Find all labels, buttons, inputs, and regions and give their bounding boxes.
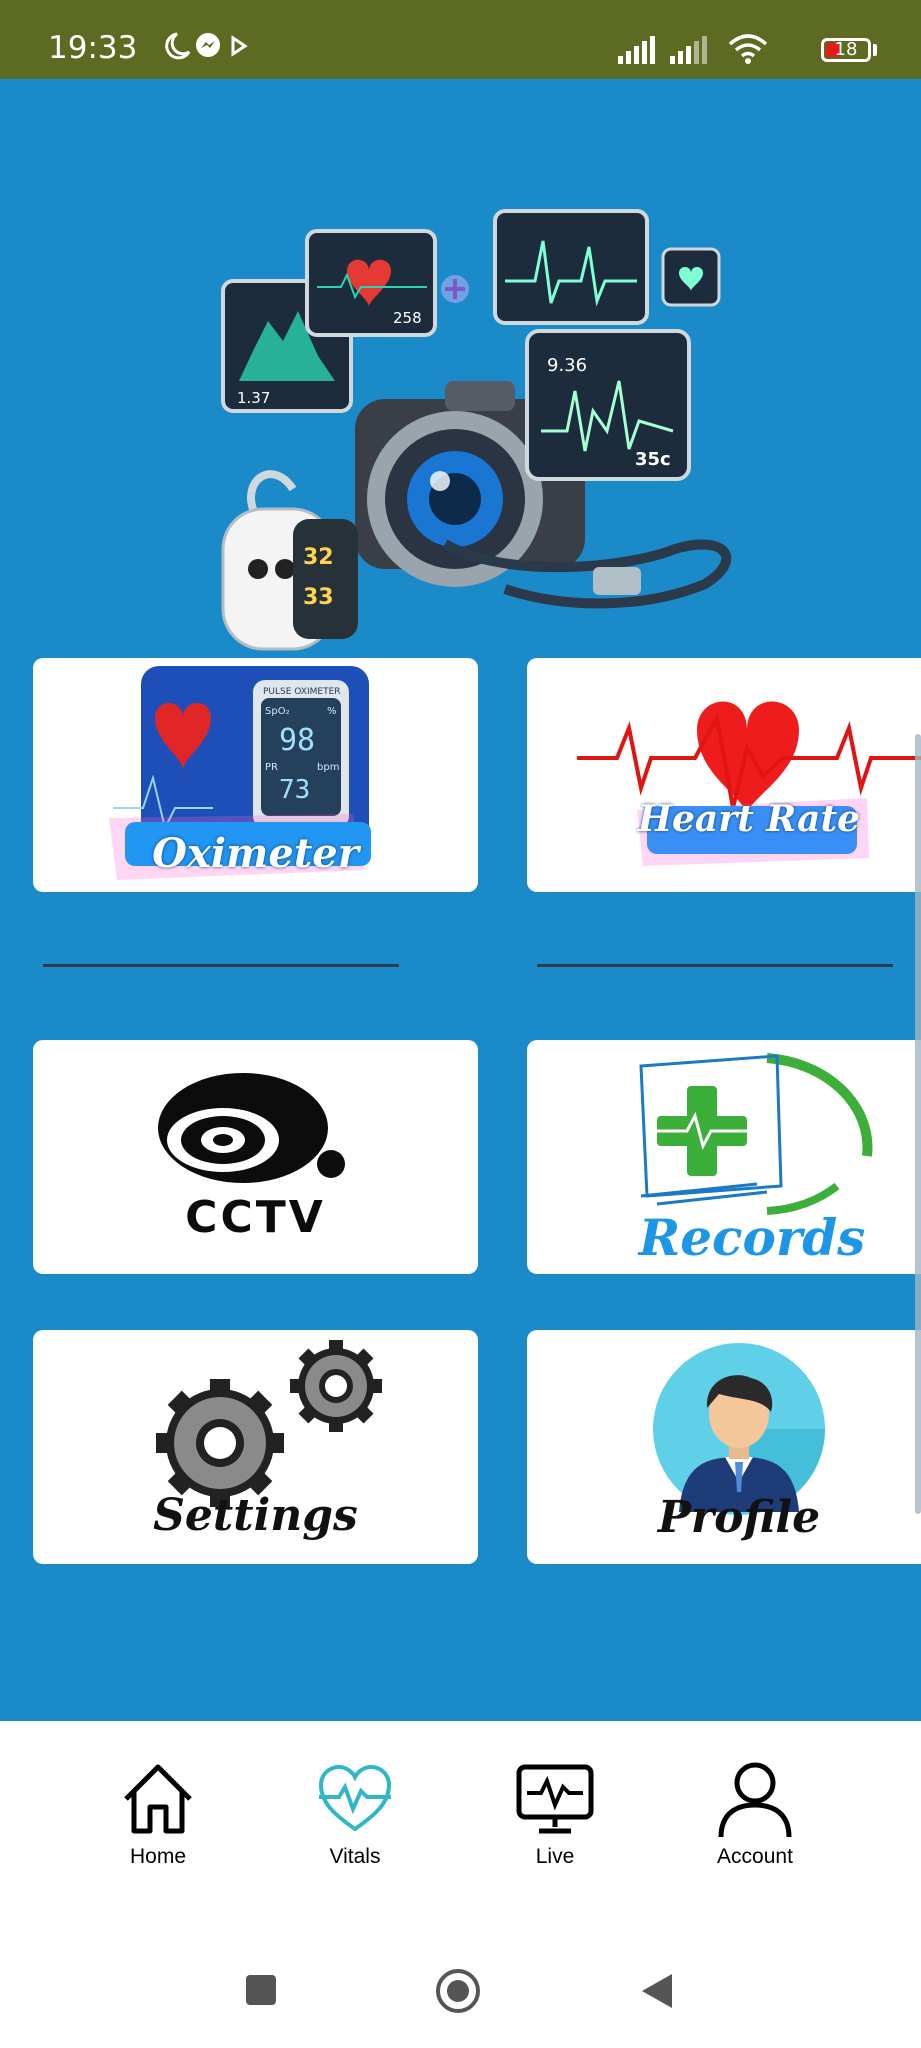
divider bbox=[537, 964, 893, 967]
device-header: PULSE OXIMETER bbox=[263, 687, 341, 697]
gear-icon bbox=[156, 1340, 382, 1507]
monitor-screen bbox=[493, 209, 649, 325]
divider bbox=[43, 964, 399, 967]
spo2-unit: % bbox=[327, 706, 337, 717]
oximeter-label: Oximeter bbox=[152, 830, 359, 877]
settings-tile[interactable]: Settings bbox=[33, 1330, 478, 1564]
battery-nub bbox=[873, 44, 877, 56]
nav-label: Vitals bbox=[329, 1845, 381, 1868]
heart-pulse-icon bbox=[318, 1764, 392, 1832]
pr-value: 73 bbox=[279, 775, 310, 805]
scrollbar[interactable] bbox=[915, 734, 921, 1514]
nav-item-live[interactable]: Live bbox=[490, 1759, 620, 1869]
nav-label: Account bbox=[717, 1845, 793, 1868]
battery-level: 18 bbox=[834, 39, 858, 60]
monitor-value: 32 bbox=[303, 545, 334, 570]
settings-label: Settings bbox=[153, 1490, 358, 1541]
profile-label: Profile bbox=[657, 1492, 821, 1543]
oximeter-character: 32 33 bbox=[221, 470, 358, 651]
nav-label: Live bbox=[535, 1845, 575, 1868]
signal-icon bbox=[618, 36, 655, 64]
monitor-value: 258 bbox=[393, 309, 422, 327]
spo2-label: SpO₂ bbox=[265, 706, 290, 717]
moon-icon bbox=[165, 32, 191, 60]
records-image bbox=[639, 1053, 873, 1215]
monitor-value: 9.36 bbox=[547, 355, 587, 376]
nav-label: Home bbox=[129, 1845, 187, 1868]
pr-label: PR bbox=[265, 762, 278, 773]
messenger-icon bbox=[196, 33, 220, 57]
cctv-camera-icon bbox=[158, 1073, 345, 1183]
plus-icon bbox=[441, 275, 469, 303]
records-tile[interactable]: Records bbox=[527, 1040, 921, 1274]
hero-illustration: 1.37 258 9.36 35c 32 33 bbox=[221, 209, 732, 651]
status-time: 19:33 bbox=[48, 30, 138, 66]
cctv-label: CCTV bbox=[185, 1192, 326, 1243]
cctv-tile[interactable]: CCTV bbox=[33, 1040, 478, 1274]
nav-item-vitals[interactable]: Vitals bbox=[290, 1759, 420, 1869]
home-icon bbox=[124, 1764, 192, 1834]
home-circle-icon[interactable] bbox=[435, 1968, 481, 2014]
pr-unit: bpm bbox=[317, 762, 339, 773]
stethoscope-connector bbox=[593, 567, 641, 595]
monitor-value: 35c bbox=[635, 449, 671, 470]
battery-icon: 18 bbox=[821, 38, 871, 62]
status-bar: 19:33 18 bbox=[0, 0, 921, 79]
wifi-icon bbox=[728, 34, 768, 64]
bottom-navigation: Home Vitals Live Account bbox=[0, 1721, 921, 1928]
play-icon bbox=[231, 35, 248, 57]
back-icon[interactable] bbox=[640, 1972, 674, 2010]
oximeter-tile[interactable]: PULSE OXIMETER SpO₂ % 98 PR bpm 73 Oxime… bbox=[33, 658, 478, 892]
user-icon bbox=[718, 1762, 792, 1838]
status-right-icons bbox=[618, 34, 768, 64]
medical-cross-icon bbox=[657, 1086, 747, 1176]
nav-item-account[interactable]: Account bbox=[690, 1759, 820, 1869]
monitor-pulse-icon bbox=[516, 1764, 594, 1834]
monitor-screen: 258 bbox=[305, 229, 437, 337]
monitor-value: 1.37 bbox=[237, 389, 270, 407]
system-navigation-bar bbox=[0, 1928, 921, 2048]
signal-icon bbox=[670, 36, 707, 64]
nav-item-home[interactable]: Home bbox=[93, 1759, 223, 1869]
monitor-value: 33 bbox=[303, 585, 334, 610]
recents-icon[interactable] bbox=[245, 1974, 277, 2006]
spo2-value: 98 bbox=[279, 723, 315, 758]
profile-tile[interactable]: Profile bbox=[527, 1330, 921, 1564]
heart-rate-image bbox=[577, 701, 921, 866]
heart-icon bbox=[661, 247, 721, 307]
monitor-screen: 9.36 35c bbox=[525, 329, 691, 481]
avatar bbox=[653, 1343, 826, 1515]
records-label: Records bbox=[638, 1208, 866, 1267]
main-content: 1.37 258 9.36 35c 32 33 PULSE OXIMETER S… bbox=[0, 79, 921, 1721]
heart-rate-label: Heart Rate bbox=[638, 798, 860, 840]
heart-rate-tile[interactable]: Heart Rate bbox=[527, 658, 921, 892]
status-left-icons bbox=[165, 32, 248, 60]
